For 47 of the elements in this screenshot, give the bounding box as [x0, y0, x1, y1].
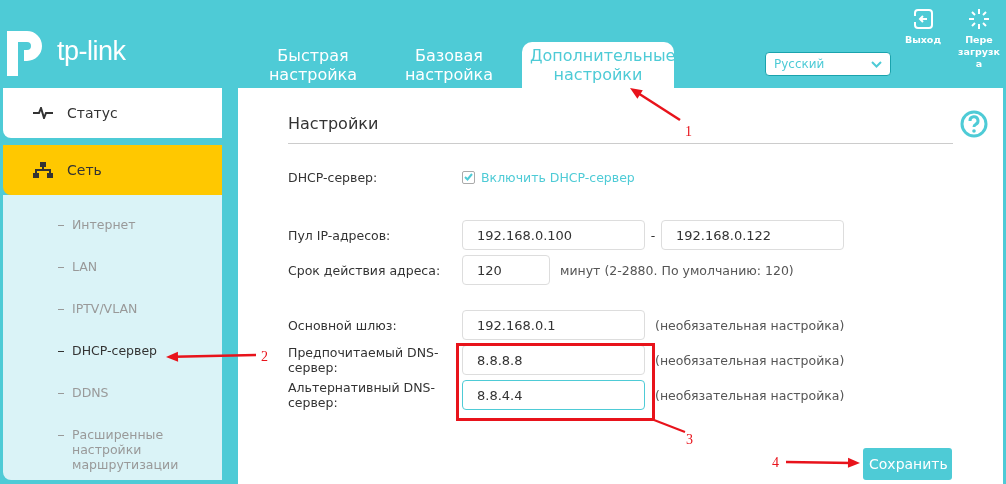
annotation-number: 2	[261, 349, 268, 364]
text-field[interactable]: 120	[462, 255, 550, 285]
dhcp-checkbox[interactable]: Включить DHCP-сервер	[462, 169, 635, 185]
sidebar-item[interactable]: Статус	[3, 88, 222, 138]
submenu-item[interactable]: Интернет	[72, 217, 136, 232]
field-label: Основной шлюз:	[288, 317, 398, 333]
action-label[interactable]: Выход	[902, 34, 944, 46]
nav-tab[interactable]: Дополнительные настройки	[522, 42, 674, 88]
annotation-number: 1	[685, 124, 692, 139]
submenu-item[interactable]: DDNS	[72, 385, 109, 400]
field-label: Предпочитаемый DNS-сервер:	[288, 345, 440, 375]
check-icon	[464, 173, 473, 181]
submenu-item[interactable]: Расширенные настройки маршрутизации	[72, 427, 182, 472]
field-label: Срок действия адреса:	[288, 262, 442, 278]
help-icon[interactable]	[960, 110, 988, 138]
save-button[interactable]: Сохранить	[863, 448, 952, 480]
annotation-arrow	[630, 88, 681, 122]
text-field[interactable]: 8.8.8.8	[462, 345, 645, 375]
logout-icon	[913, 9, 933, 29]
field-note: (необязательная настройка)	[655, 352, 845, 368]
action-label[interactable]: Пере загрузк а	[958, 34, 1000, 70]
network-icon	[33, 162, 53, 178]
range-dash: -	[649, 227, 657, 243]
field-note: минут (2-2880. По умолчанию: 120)	[560, 262, 794, 278]
sidebar-item[interactable]: Сеть	[3, 145, 222, 195]
submenu-item[interactable]: DHCP-сервер	[72, 343, 158, 358]
ip-end-field[interactable]: 192.168.0.122	[661, 220, 844, 250]
nav-tab[interactable]: Быстрая настройка	[250, 42, 376, 88]
pulse-icon	[33, 107, 53, 119]
submenu-item[interactable]: IPTV/VLAN	[72, 301, 138, 316]
field-note: (необязательная настройка)	[655, 317, 845, 333]
field-label: Пул IP-адресов:	[288, 227, 392, 243]
ip-start-field[interactable]: 192.168.0.100	[462, 220, 645, 250]
field-label: DHCP-сервер:	[288, 169, 379, 185]
leader-line	[653, 419, 686, 433]
submenu-item[interactable]: LAN	[72, 259, 98, 274]
annotation-number: 3	[686, 432, 693, 447]
nav-tab[interactable]: Базовая настройка	[386, 42, 512, 88]
text-field[interactable]: 8.8.4.4	[462, 380, 645, 410]
annotation-number: 4	[772, 455, 779, 470]
language-select[interactable]: Русский	[765, 52, 891, 76]
chevron-icon	[871, 60, 882, 68]
field-note: (необязательная настройка)	[655, 387, 845, 403]
field-label: Альтернативный DNS-сервер:	[288, 380, 436, 410]
logo-text: tp-link	[57, 35, 126, 67]
reboot-icon	[969, 9, 989, 29]
text-field[interactable]: 192.168.0.1	[462, 310, 645, 340]
